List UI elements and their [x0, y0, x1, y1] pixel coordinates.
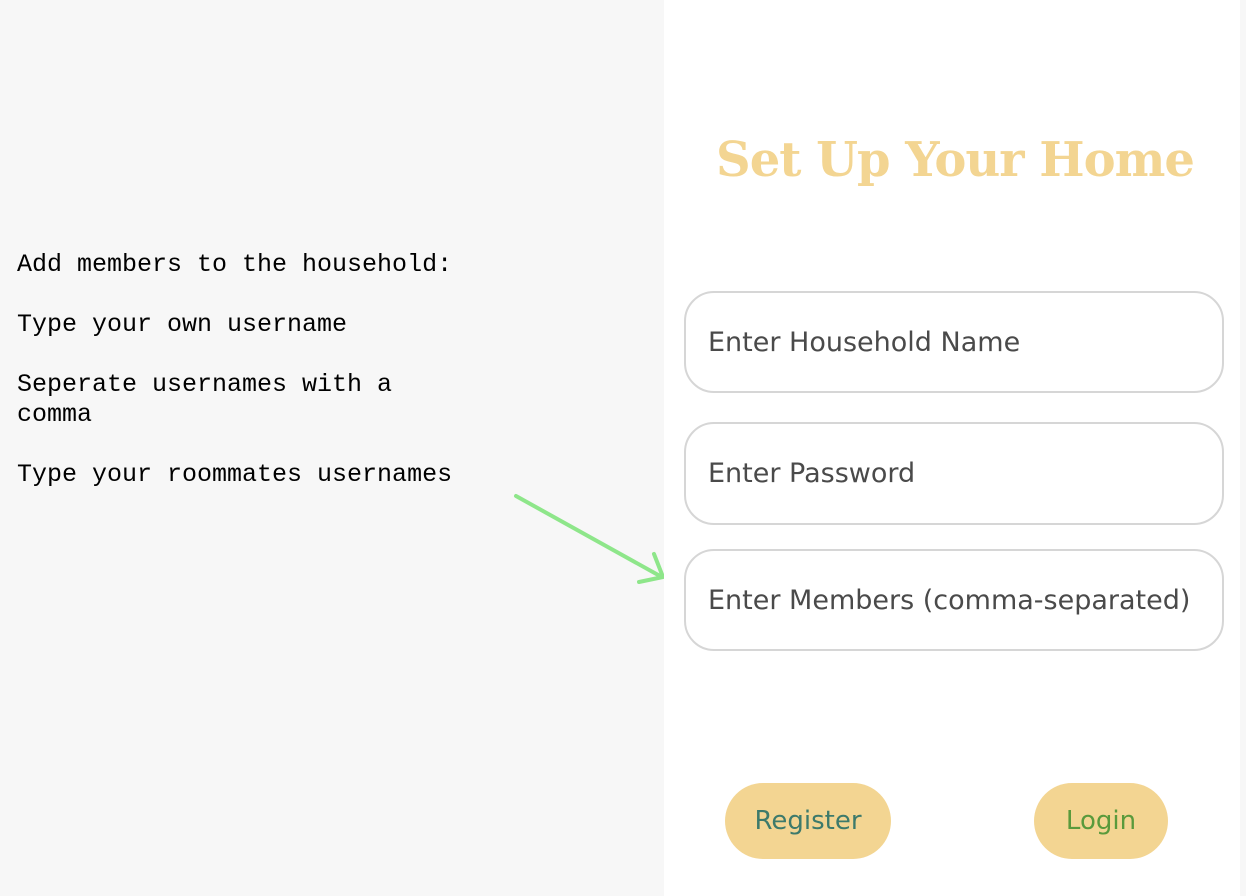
instruction-separate-usernames: Seperate usernames with a comma [17, 370, 393, 429]
instruction-roommates-usernames: Type your roommates usernames [17, 460, 453, 489]
instruction-add-members: Add members to the household: [17, 250, 453, 279]
arrow-icon [514, 494, 665, 584]
instructions-text: Add members to the household: Type your … [17, 250, 517, 520]
setup-form-panel: Set Up Your Home Register Login [664, 0, 1246, 896]
instructions-panel: Add members to the household: Type your … [0, 0, 665, 896]
members-input[interactable] [684, 549, 1224, 651]
instruction-own-username: Type your own username [17, 310, 348, 339]
login-button[interactable]: Login [1034, 783, 1168, 859]
page-title: Set Up Your Home [716, 132, 1195, 188]
page: Add members to the household: Type your … [0, 0, 1246, 896]
password-input[interactable] [684, 422, 1224, 525]
household-name-input[interactable] [684, 291, 1224, 393]
right-edge-divider [1240, 0, 1246, 896]
register-button[interactable]: Register [725, 783, 891, 859]
